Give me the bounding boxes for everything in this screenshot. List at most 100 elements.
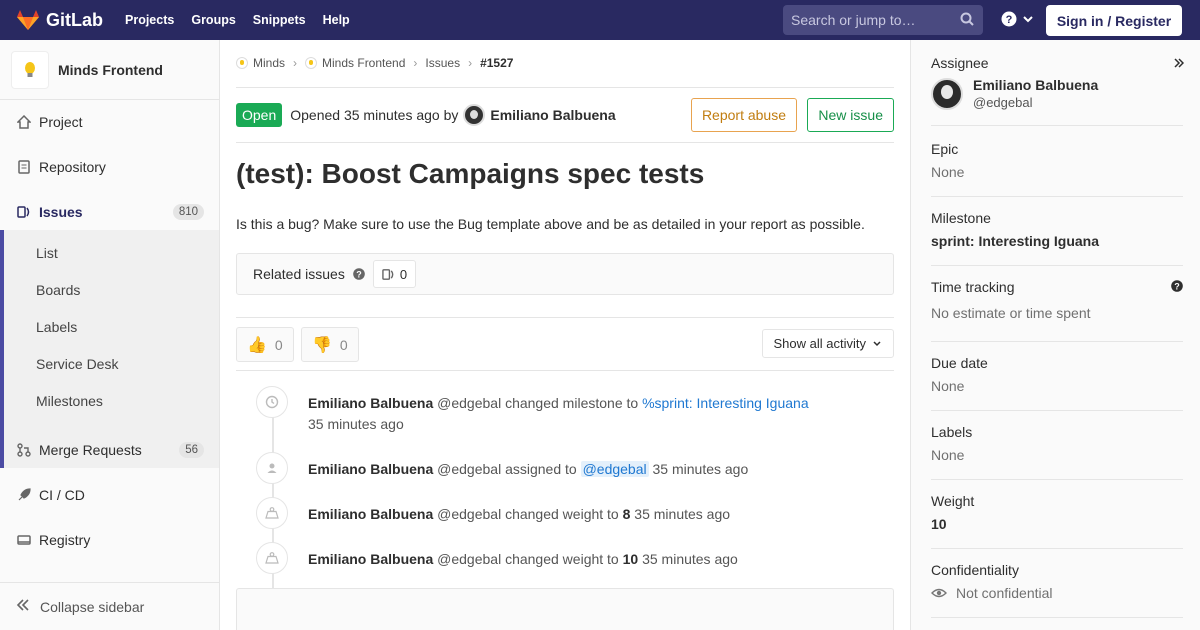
left-sidebar: Minds Frontend Project Repository Issues… — [0, 40, 220, 630]
note-time: 35 minutes ago — [634, 506, 731, 522]
top-navbar: GitLab Projects Groups Snippets Help Sea… — [0, 0, 1200, 40]
author-avatar[interactable] — [463, 104, 486, 126]
double-chevron-left-icon — [16, 598, 30, 615]
sidebar-label: Issues — [39, 204, 83, 220]
breadcrumb-issue-id[interactable]: #1527 — [480, 56, 513, 70]
note-handle[interactable]: @edgebal — [437, 395, 501, 411]
question-icon: ? — [1001, 11, 1017, 27]
assignee-block: Assignee Emiliano Balbuena @edgebal — [931, 55, 1183, 126]
sidebar-item-registry[interactable]: Registry — [0, 520, 219, 560]
comment-form[interactable] — [236, 588, 894, 630]
thumbs-up-button[interactable]: 👍 0 — [236, 327, 294, 362]
time-tracking-title: Time tracking — [931, 279, 1015, 295]
gitlab-logo[interactable]: GitLab — [16, 9, 103, 31]
sidebar-label: Merge Requests — [39, 442, 142, 458]
note-time: 35 minutes ago — [652, 461, 749, 477]
confidentiality-title: Confidentiality — [931, 562, 1019, 578]
sidebar-sub-labels[interactable]: Labels — [36, 319, 77, 335]
question-icon[interactable]: ? — [353, 268, 365, 280]
svg-text:?: ? — [356, 270, 362, 280]
divider — [236, 370, 894, 371]
note-author[interactable]: Emiliano Balbuena — [308, 506, 433, 522]
note-author[interactable]: Emiliano Balbuena — [308, 551, 433, 567]
due-date-block: Due date None — [931, 355, 1183, 411]
sidebar-sub-service-desk[interactable]: Service Desk — [36, 356, 118, 372]
issue-status-row: Open Opened 35 minutes ago by Emiliano B… — [236, 97, 894, 133]
note-author[interactable]: Emiliano Balbuena — [308, 395, 433, 411]
nav-projects[interactable]: Projects — [125, 13, 174, 27]
sidebar-item-issues[interactable]: Issues 810 — [0, 192, 219, 232]
related-count[interactable]: 0 — [372, 260, 417, 288]
nav-snippets[interactable]: Snippets — [253, 13, 306, 27]
nav-groups[interactable]: Groups — [191, 13, 235, 27]
project-name: Minds Frontend — [58, 61, 163, 78]
sidebar-item-merge-requests[interactable]: Merge Requests 56 — [0, 430, 219, 470]
help-dropdown[interactable]: ? — [1001, 11, 1034, 27]
sidebar-item-project[interactable]: Project — [0, 102, 219, 142]
divider — [236, 87, 894, 88]
user-mention[interactable]: @edgebal — [580, 461, 649, 477]
question-icon[interactable]: ? — [1171, 279, 1183, 295]
note-action: changed milestone to — [505, 395, 639, 411]
issues-icon — [16, 204, 32, 220]
nav-help[interactable]: Help — [323, 13, 350, 27]
note-author[interactable]: Emiliano Balbuena — [308, 461, 433, 477]
note-body: Emiliano Balbuena @edgebal assigned to @… — [308, 459, 748, 480]
opened-text: Opened 35 minutes ago by — [290, 107, 459, 123]
new-issue-button[interactable]: New issue — [807, 98, 894, 132]
divider — [236, 142, 894, 143]
sidebar-sub-milestones[interactable]: Milestones — [36, 393, 103, 409]
milestone-value[interactable]: sprint: Interesting Iguana — [931, 233, 1183, 249]
issue-title: (test): Boost Campaigns spec tests — [236, 158, 705, 189]
assignee-info: Emiliano Balbuena @edgebal — [973, 77, 1098, 110]
merge-icon — [16, 442, 32, 458]
note-time: 35 minutes ago — [308, 416, 404, 432]
sidebar-label: Registry — [39, 532, 91, 548]
sidebar-label: CI / CD — [39, 487, 85, 503]
breadcrumb-project[interactable]: Minds Frontend — [322, 56, 405, 70]
sidebar-item-repository[interactable]: Repository — [0, 147, 219, 187]
report-abuse-button[interactable]: Report abuse — [690, 98, 797, 132]
user-icon — [256, 452, 288, 484]
activity-filter-label: Show all activity — [773, 336, 866, 351]
breadcrumb-group[interactable]: Minds — [253, 56, 285, 70]
assignee-row[interactable]: Emiliano Balbuena @edgebal — [931, 77, 1183, 110]
group-avatar-icon — [236, 57, 248, 69]
sign-in-button[interactable]: Sign in / Register — [1046, 5, 1182, 36]
time-tracking-block: Time tracking ? No estimate or time spen… — [931, 279, 1183, 342]
milestone-link[interactable]: %sprint: Interesting Iguana — [642, 395, 809, 411]
weight-value: 10 — [622, 551, 639, 567]
sidebar-sub-list[interactable]: List — [36, 245, 58, 261]
project-header[interactable]: Minds Frontend — [0, 40, 219, 100]
collapse-sidebar-button[interactable]: Collapse sidebar — [0, 582, 219, 630]
activity-filter-dropdown[interactable]: Show all activity — [761, 329, 894, 358]
issues-icon — [382, 268, 394, 280]
milestone-block: Milestone sprint: Interesting Iguana — [931, 210, 1183, 266]
related-issues-label: Related issues — [253, 266, 345, 282]
note-handle[interactable]: @edgebal — [437, 461, 501, 477]
weight-title: Weight — [931, 493, 975, 509]
search-input[interactable]: Search or jump to… — [783, 5, 983, 35]
nav-links: Projects Groups Snippets Help — [125, 13, 367, 27]
doc-icon — [16, 159, 32, 175]
note-handle[interactable]: @edgebal — [437, 506, 501, 522]
related-count-value: 0 — [399, 266, 408, 282]
note-action: changed weight to — [505, 551, 619, 567]
sidebar-label: Project — [39, 114, 83, 130]
svg-text:?: ? — [1174, 282, 1180, 292]
note-handle[interactable]: @edgebal — [437, 551, 501, 567]
sidebar-item-ci-cd[interactable]: CI / CD — [0, 475, 219, 515]
thumbs-down-button[interactable]: 👎 0 — [301, 327, 359, 362]
author-name[interactable]: Emiliano Balbuena — [490, 107, 615, 123]
breadcrumb-issues[interactable]: Issues — [425, 56, 460, 70]
confidentiality-value: Not confidential — [956, 585, 1053, 601]
assignee-title: Assignee — [931, 55, 989, 71]
sidebar-sub-boards[interactable]: Boards — [36, 282, 80, 298]
container-icon — [16, 532, 32, 548]
labels-title: Labels — [931, 424, 973, 440]
project-avatar-icon — [305, 57, 318, 69]
weight-value: 10 — [931, 516, 947, 532]
mr-count-badge: 56 — [179, 442, 204, 458]
chevron-down-icon — [873, 340, 881, 346]
bulb-icon — [25, 61, 35, 77]
